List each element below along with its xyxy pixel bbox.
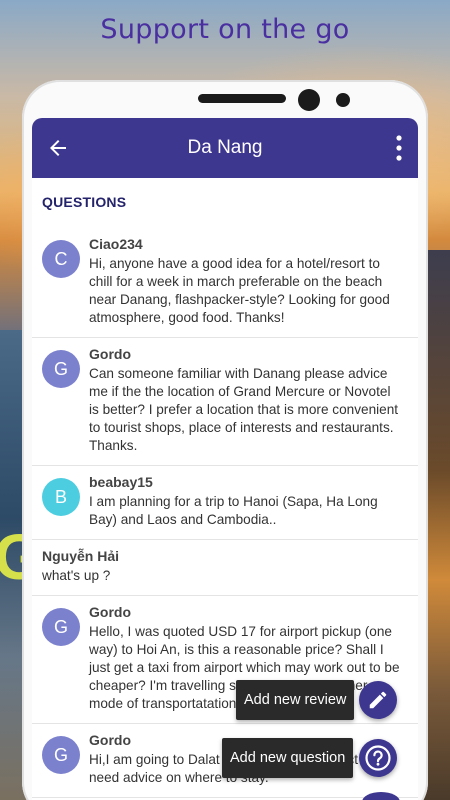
question-item[interactable]: G Gordo Can someone familiar with Danang…: [32, 338, 418, 466]
question-author: Ciao234: [89, 236, 143, 252]
section-title: QUESTIONS: [42, 194, 127, 210]
question-text: Can someone familiar with Danang please …: [89, 366, 399, 453]
add-review-button[interactable]: [359, 681, 397, 719]
app-bar: Da Nang: [32, 118, 418, 178]
avatar: C: [42, 240, 80, 278]
question-item[interactable]: Nguyễn Hải what's up ?: [32, 540, 418, 596]
question-text: I am planning for a trip to Hanoi (Sapa,…: [89, 494, 378, 527]
questions-list: C Ciao234 Hi, anyone have a good idea fo…: [32, 228, 418, 798]
avatar: B: [42, 478, 80, 516]
phone-sensor: [336, 93, 350, 107]
phone-camera: [298, 89, 320, 111]
more-vertical-icon[interactable]: [396, 135, 402, 161]
arrow-left-icon[interactable]: [46, 136, 70, 160]
question-author: beabay15: [89, 474, 153, 490]
add-question-button[interactable]: [359, 739, 397, 777]
avatar: G: [42, 350, 80, 388]
add-question-label[interactable]: Add new question: [222, 738, 354, 778]
question-item[interactable]: C Ciao234 Hi, anyone have a good idea fo…: [32, 228, 418, 338]
question-text: Hi, anyone have a good idea for a hotel/…: [89, 256, 390, 325]
add-review-label[interactable]: Add new review: [236, 680, 355, 720]
question-text: what's up ?: [42, 568, 111, 583]
promo-headline: Support on the go: [100, 14, 350, 45]
question-item[interactable]: B beabay15 I am planning for a trip to H…: [32, 466, 418, 540]
question-author: Gordo: [89, 604, 131, 620]
phone-speaker: [198, 94, 286, 103]
help-circle-icon: [365, 745, 391, 771]
app-bar-title: Da Nang: [187, 137, 263, 158]
avatar: G: [42, 736, 80, 774]
question-author: Gordo: [89, 346, 131, 362]
avatar: G: [42, 608, 80, 646]
pencil-icon: [369, 691, 387, 709]
question-author: Nguyễn Hải: [42, 548, 120, 564]
